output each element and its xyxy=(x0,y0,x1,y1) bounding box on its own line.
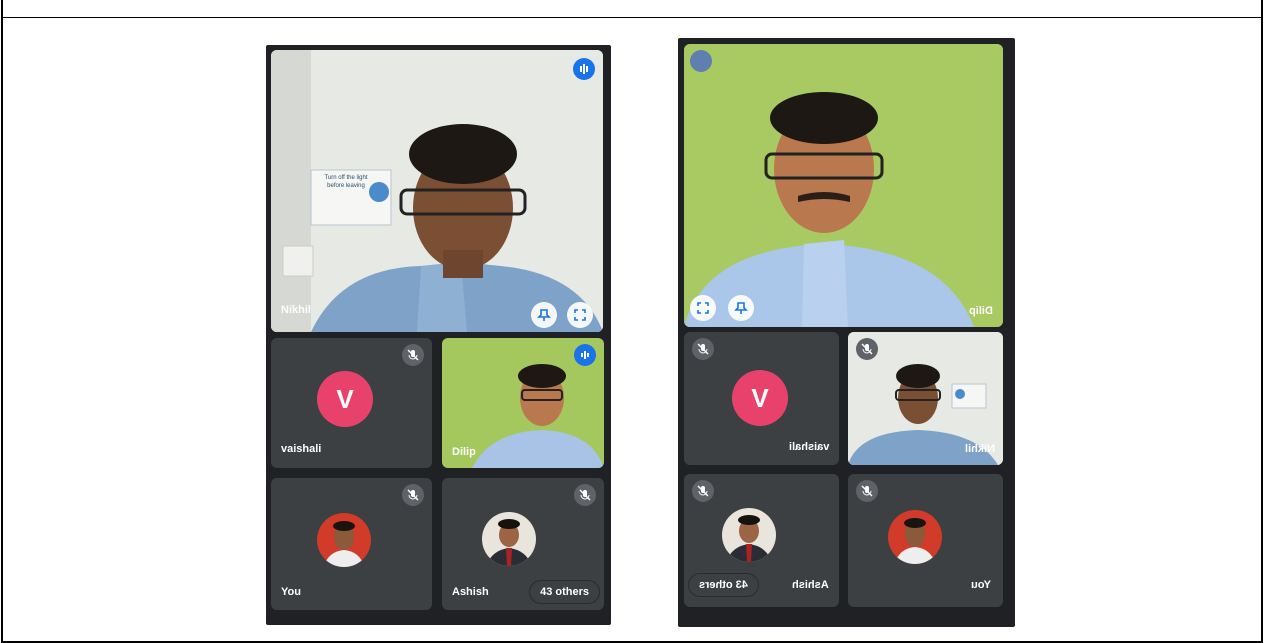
camera-dot-icon xyxy=(690,50,712,72)
avatar xyxy=(482,512,536,566)
avatar xyxy=(317,513,371,567)
mic-off-icon xyxy=(402,484,424,506)
mic-off-icon xyxy=(692,480,714,502)
mic-off-icon xyxy=(692,338,714,360)
tile-ashish[interactable]: Ashish 43 others xyxy=(442,478,604,610)
main-video-tile-nikhil[interactable]: Turn off the light before leaving Nikhil xyxy=(271,50,603,332)
tile-name-ashish: Ashish xyxy=(452,586,489,598)
tile-name-nikhil: Nikhil xyxy=(281,304,311,316)
audio-level-icon xyxy=(573,58,595,80)
fullscreen-icon[interactable] xyxy=(567,302,593,328)
nikhil-video xyxy=(271,50,603,332)
tile-name-you: You xyxy=(971,579,991,591)
fullscreen-icon[interactable] xyxy=(690,295,716,321)
tile-you[interactable]: You xyxy=(271,478,432,610)
avatar: V xyxy=(317,371,373,427)
audio-level-icon xyxy=(574,344,596,366)
mic-off-icon xyxy=(856,480,878,502)
pin-icon[interactable] xyxy=(728,295,754,321)
avatar xyxy=(888,510,942,564)
figure-frame: p xyxy=(1,0,1263,643)
tile-you[interactable]: You xyxy=(848,474,1003,607)
tile-name-dilip: Dilip xyxy=(969,305,993,317)
tile-dilip[interactable]: Dilip xyxy=(442,338,604,468)
others-chip[interactable]: 43 others xyxy=(529,580,600,604)
others-label: 43 others xyxy=(699,579,748,591)
tile-nikhil[interactable]: Nikhil xyxy=(848,332,1003,465)
avatar xyxy=(722,508,776,562)
tile-name-ashish: Ashish xyxy=(792,579,829,591)
tile-name-vaishali: vaishali xyxy=(788,441,829,453)
tile-name-vaishali: vaishali xyxy=(281,443,322,455)
others-chip[interactable]: 43 others xyxy=(688,573,759,597)
tile-name-nikhil: Nikhil xyxy=(965,443,995,455)
tile-name-you: You xyxy=(281,586,301,598)
avatar: V xyxy=(732,370,788,426)
pin-icon[interactable] xyxy=(531,302,557,328)
left-meet-screen: Turn off the light before leaving Nikhil… xyxy=(266,45,611,625)
tile-vaishali[interactable]: V vaishali xyxy=(684,332,839,465)
mic-off-icon xyxy=(856,338,878,360)
poster-text: Turn off the light before leaving xyxy=(324,175,368,189)
tile-ashish[interactable]: 43 others Ashish xyxy=(684,474,839,607)
mic-off-icon xyxy=(574,484,596,506)
header-rule: p xyxy=(3,0,1261,18)
tile-name-dilip: Dilip xyxy=(452,446,476,458)
mic-off-icon xyxy=(402,344,424,366)
main-video-tile-dilip[interactable]: Dilip xyxy=(684,44,1003,327)
right-meet-screen: Dilip V vaishali Nikhil 43 others Ashish… xyxy=(678,38,1015,627)
tile-vaishali[interactable]: V vaishali xyxy=(271,338,432,468)
dilip-video xyxy=(684,44,1003,327)
